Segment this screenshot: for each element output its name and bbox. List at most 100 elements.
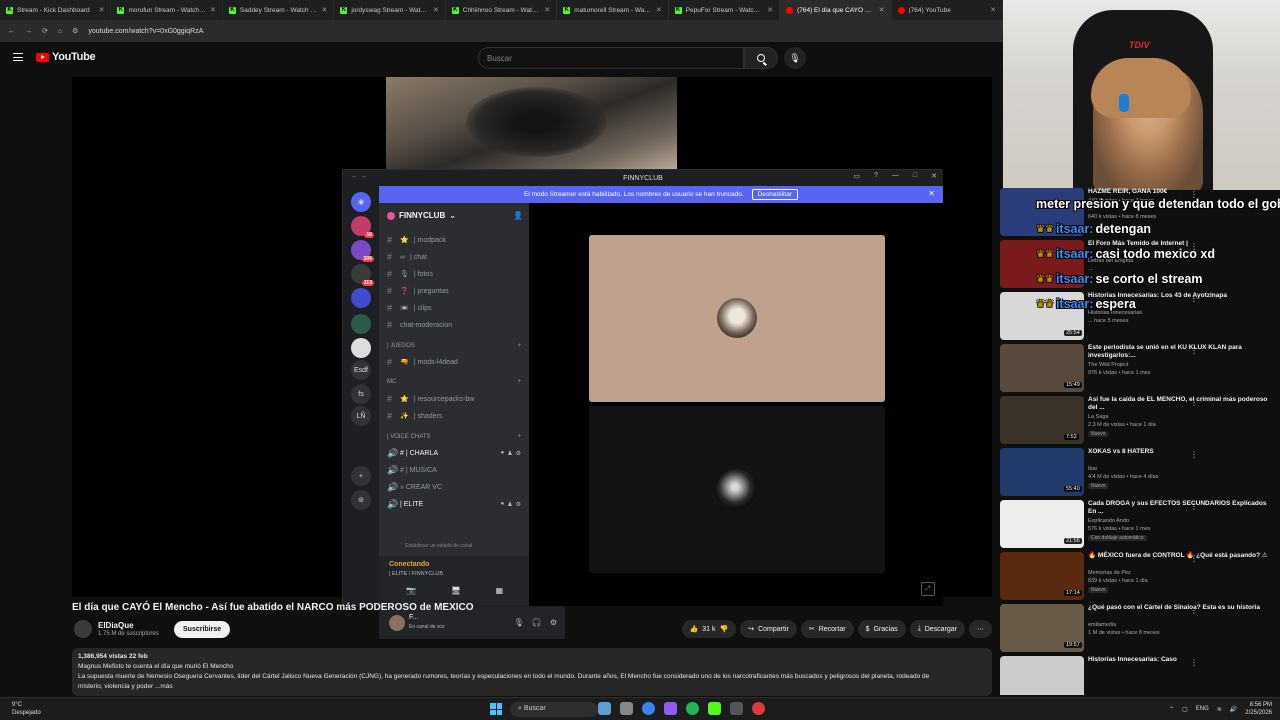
plus-icon[interactable]: + xyxy=(517,379,521,385)
maximize-icon[interactable]: □ xyxy=(913,172,917,180)
invite-icon[interactable]: ♟ xyxy=(507,501,512,508)
spotify-icon[interactable] xyxy=(686,702,699,715)
disable-streamer-button[interactable]: Deshabilitar xyxy=(751,189,798,200)
browser-tab[interactable]: K Chhiinnoo Stream - Watch Liv ✕ xyxy=(446,0,558,20)
clock[interactable]: 8:56 PM 2/25/2026 xyxy=(1245,701,1272,717)
tray-icon[interactable]: ▢ xyxy=(1182,706,1188,713)
invite-icon[interactable]: ♟ xyxy=(507,450,512,457)
search-button[interactable] xyxy=(744,47,778,69)
media-app-icon[interactable] xyxy=(664,702,677,715)
chrome-icon[interactable] xyxy=(642,702,655,715)
category-voice[interactable]: | VOICE CHATS + xyxy=(387,434,521,440)
chevron-up-icon[interactable]: ⌃ xyxy=(1169,706,1174,713)
reload-icon[interactable]: ⟳ xyxy=(42,27,48,35)
more-options-icon[interactable]: ⋮ xyxy=(1190,502,1198,511)
close-icon[interactable]: ✕ xyxy=(767,6,773,14)
guild-name[interactable]: FINNYCLUB ⌄ xyxy=(387,211,456,220)
server-icon[interactable] xyxy=(351,338,371,358)
browser-tab[interactable]: Kmatumorell Stream - Watch Li ✕ xyxy=(557,0,669,20)
add-server-icon[interactable]: + xyxy=(351,466,371,486)
gear-icon[interactable]: ⚙ xyxy=(516,501,521,508)
forward-icon[interactable]: → xyxy=(25,28,32,35)
recommended-video[interactable]: 19:57 ¿Qué pasó con el Cártel de Sinaloa?… xyxy=(1000,604,1280,654)
recommended-video[interactable]: 21:56 Cada DROGA y sus EFECTOS SECUNDARIO… xyxy=(1000,500,1280,550)
landscape-app-icon[interactable] xyxy=(598,702,611,715)
more-button[interactable]: ⋯ xyxy=(969,620,992,638)
text-channel[interactable]: # 🎙 | fotos xyxy=(387,267,521,281)
more-options-icon[interactable]: ⋮ xyxy=(1190,606,1198,615)
server-icon[interactable] xyxy=(351,288,371,308)
more-options-icon[interactable]: ⋮ xyxy=(1190,346,1198,355)
discord-home-icon[interactable]: ◉ xyxy=(351,192,371,212)
youtube-logo[interactable]: YouTube xyxy=(36,51,96,63)
close-icon[interactable]: ✕ xyxy=(433,6,439,14)
volume-icon[interactable]: 🔊 xyxy=(1230,706,1237,713)
file-explorer-icon[interactable] xyxy=(620,702,633,715)
minimize-icon[interactable]: — xyxy=(892,172,899,180)
nav-arrows-icon[interactable]: ← → xyxy=(351,173,367,180)
voice-channel-sub[interactable]: | ELITE / FINNYCLUB xyxy=(389,571,443,577)
text-channel[interactable]: # ∞ | chat xyxy=(387,250,521,264)
browser-tab[interactable]: KSaddey Stream - Watch Live o✕ xyxy=(223,0,335,20)
browser-tab[interactable]: Kjordyswag Stream - Watch Li ✕ xyxy=(334,0,446,20)
voice-channel[interactable]: 🔊» CREAR VC xyxy=(387,480,521,494)
thanks-button[interactable]: $ Gracias xyxy=(857,620,906,638)
share-button[interactable]: ↪ Compartir xyxy=(740,620,797,638)
windows-start-icon[interactable] xyxy=(490,703,502,715)
text-channel[interactable]: # ⭐ | resourcepacks-bw xyxy=(387,392,521,406)
browser-tab[interactable]: (764) YouTube ✕ xyxy=(892,0,1003,20)
screen-share-icon[interactable]: 🖥 xyxy=(451,586,461,595)
subscribe-button[interactable]: Suscribirse xyxy=(174,621,231,638)
recommended-video[interactable]: 55:40 XOKAS vs 8 HATERS Ibai 4.4 M de vista… xyxy=(1000,448,1280,498)
help-icon[interactable]: ? xyxy=(874,172,878,180)
text-channel[interactable]: # chat-moderacion xyxy=(387,318,521,332)
server-icon[interactable] xyxy=(351,314,371,334)
language-indicator[interactable]: ENG xyxy=(1196,706,1209,712)
server-icon[interactable]: 113 xyxy=(351,264,374,286)
kick-icon[interactable] xyxy=(708,702,721,715)
close-icon[interactable]: ✕ xyxy=(656,6,662,14)
browser-tab[interactable]: (764) El día que CAYÓ El Menc ✕ xyxy=(780,0,892,20)
recommended-video[interactable]: 17:14 🔥 MÉXICO fuera de CONTROL 🔥 ¿Qué es… xyxy=(1000,552,1280,602)
more-options-icon[interactable]: ⋮ xyxy=(1190,554,1198,563)
clip-button[interactable]: ✂ Recortar xyxy=(800,620,854,638)
home-icon[interactable]: ⌂ xyxy=(58,28,62,35)
activity-icon[interactable]: ▦ xyxy=(496,586,504,595)
site-info-icon[interactable]: ⚙ xyxy=(72,27,78,35)
weather-widget[interactable]: 9°C Despejado xyxy=(12,701,41,717)
server-icon[interactable]: fs xyxy=(351,384,371,404)
more-options-icon[interactable]: ⋮ xyxy=(1190,398,1198,407)
browser-tab[interactable]: K Stream - Kick Dashboard ✕ xyxy=(0,0,112,20)
text-channel[interactable]: # ⭐ | modpack xyxy=(387,233,521,247)
voice-search-button[interactable]: 🎙 xyxy=(784,47,806,69)
close-icon[interactable]: ✕ xyxy=(990,6,996,14)
close-icon[interactable]: ✕ xyxy=(879,6,885,14)
download-button[interactable]: ⤓ Descargar xyxy=(909,620,965,638)
participant-tile[interactable] xyxy=(589,235,885,402)
category-juegos[interactable]: | JUEGOS + xyxy=(387,343,521,349)
server-icon[interactable]: Esdf xyxy=(351,360,371,380)
server-icon[interactable]: LÑ xyxy=(351,406,371,426)
text-channel[interactable]: # 📼 | clips xyxy=(387,301,521,315)
url-text[interactable]: youtube.com/watch?v=0xG0ggiqRzA xyxy=(88,28,203,35)
menu-icon[interactable] xyxy=(13,53,23,61)
close-icon[interactable]: ✕ xyxy=(210,6,216,14)
recorder-icon[interactable] xyxy=(752,702,765,715)
text-channel[interactable]: # ✨ | shaders xyxy=(387,409,521,423)
server-icon[interactable]: 206 xyxy=(351,240,374,262)
text-channel[interactable]: # 🔫 | mods-l4dead xyxy=(387,355,521,369)
search-input[interactable]: Buscar xyxy=(478,47,744,69)
back-icon[interactable]: ← xyxy=(8,28,15,35)
banner-close-icon[interactable]: ✕ xyxy=(928,189,935,198)
explore-icon[interactable]: ⊘ xyxy=(351,490,371,510)
channel-name[interactable]: ElDiaQue xyxy=(98,621,134,630)
voice-channel[interactable]: 🔊 | ELITE ● ♟ ⚙ xyxy=(387,497,521,511)
participant-tile[interactable] xyxy=(589,406,885,573)
voice-channel[interactable]: 🔊 # | CHARLA ● ♟ ⚙ xyxy=(387,446,521,460)
video-description[interactable]: 1,386,954 vistas 22 feb Magnus Mefisto t… xyxy=(72,648,992,696)
recommended-video[interactable]: Historias Innecesarias: Caso ⋮ xyxy=(1000,656,1280,695)
more-options-icon[interactable]: ⋮ xyxy=(1190,658,1198,667)
plus-icon[interactable]: + xyxy=(517,343,521,349)
voice-channel[interactable]: 🔊 # | MUSICA xyxy=(387,463,521,477)
add-member-icon[interactable]: 👤 xyxy=(513,211,523,220)
